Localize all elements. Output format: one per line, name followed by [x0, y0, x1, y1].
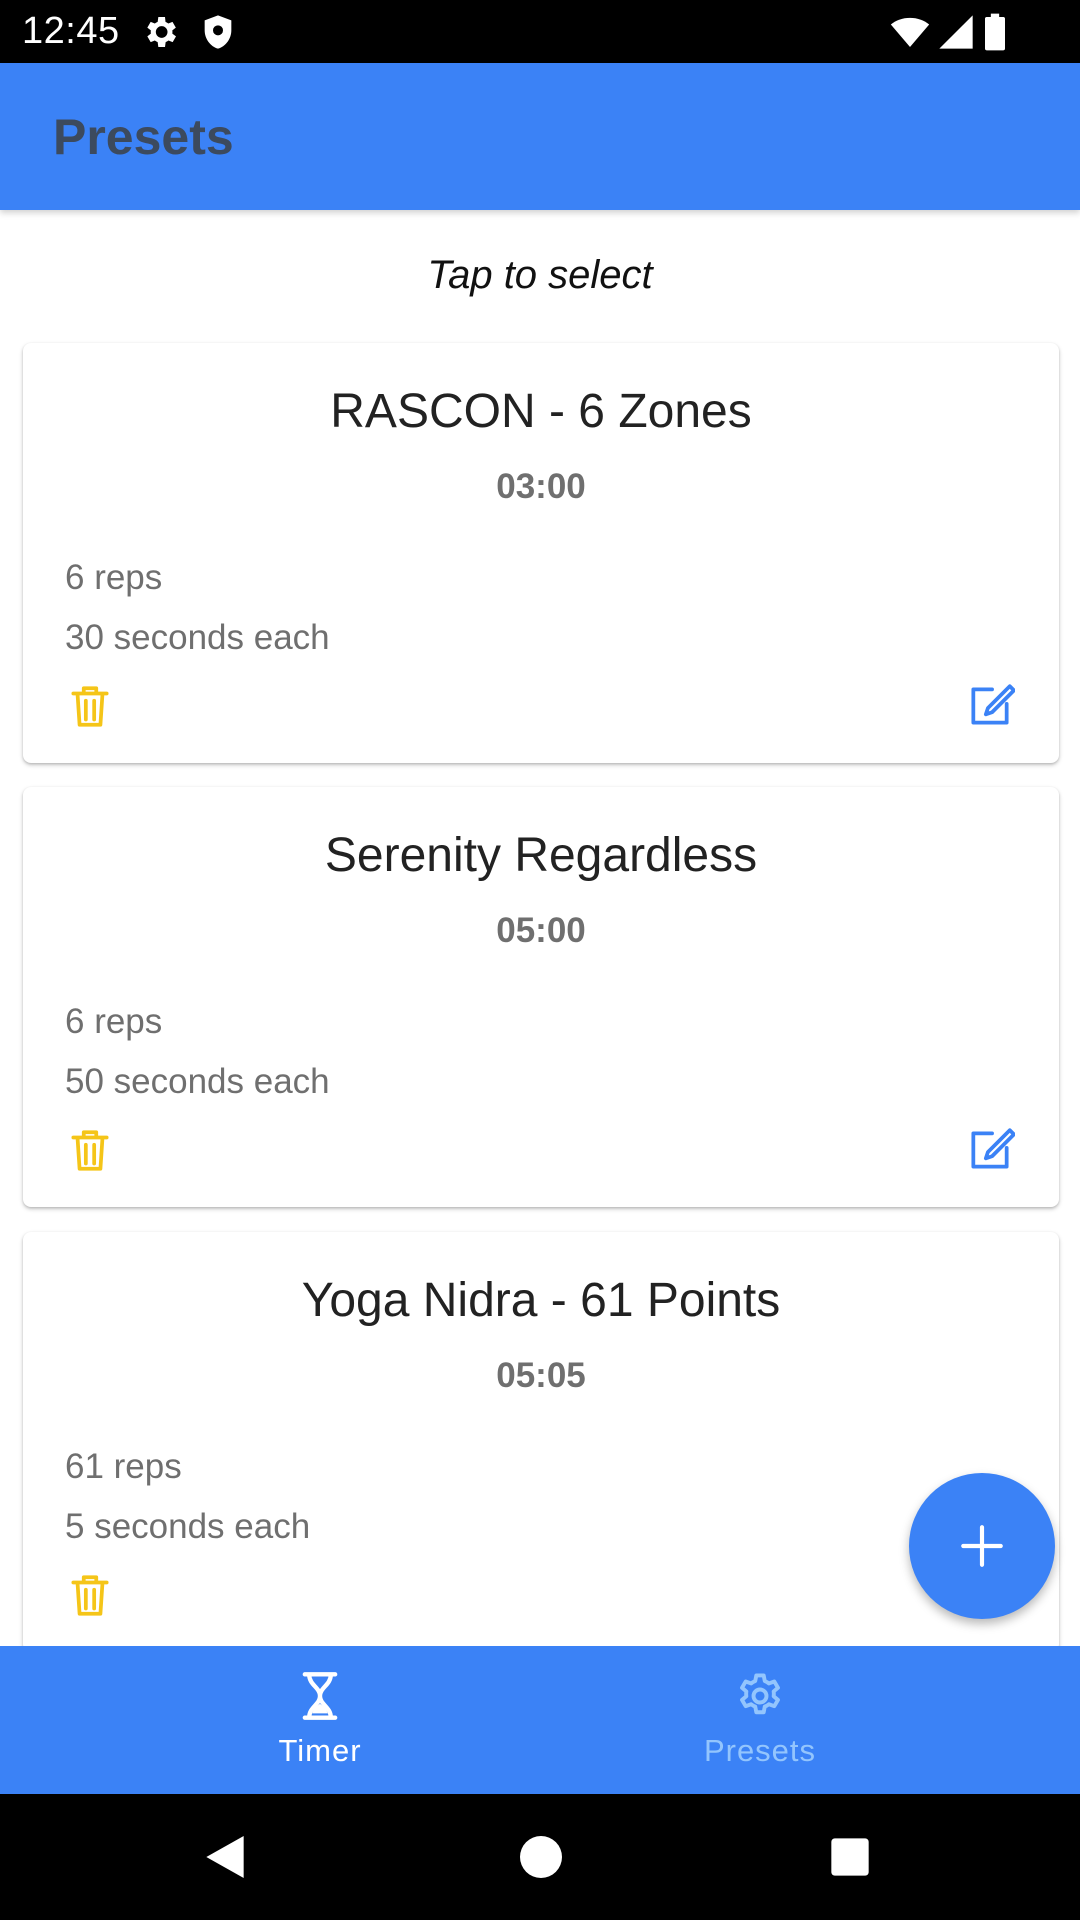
recents-button[interactable] [822, 1829, 878, 1885]
hourglass-icon [294, 1670, 346, 1722]
preset-reps: 61 reps [65, 1447, 182, 1486]
preset-reps: 6 reps [65, 558, 163, 597]
trash-icon [71, 686, 109, 727]
back-button[interactable] [197, 1829, 253, 1885]
edit-icon [971, 1128, 1015, 1169]
status-bar: 12:45 [0, 0, 1080, 63]
home-circle-icon [520, 1836, 562, 1878]
preset-title: Serenity Regardless [324, 829, 758, 882]
delete-preset-button[interactable] [65, 1570, 115, 1620]
page-title: Presets [53, 109, 234, 165]
preset-card[interactable]: Yoga Nidra - 61 Points 05:05 61 reps 5 s… [23, 1232, 1059, 1646]
back-triangle-icon [206, 1836, 244, 1878]
preset-title: Yoga Nidra - 61 Points [301, 1274, 781, 1327]
trash-icon [71, 1575, 109, 1616]
tap-to-select-hint: Tap to select [427, 253, 653, 297]
trash-icon [71, 1130, 109, 1171]
plus-icon [961, 1525, 1003, 1567]
signal-status-icon [936, 12, 976, 52]
edit-preset-button[interactable] [965, 681, 1015, 731]
preset-card[interactable]: Serenity Regardless 05:00 6 reps 50 seco… [23, 787, 1059, 1207]
preset-duration: 05:05 [496, 1356, 586, 1395]
gear-icon [734, 1670, 786, 1722]
preset-duration: 03:00 [496, 467, 586, 506]
home-button[interactable] [513, 1829, 569, 1885]
recents-square-icon [831, 1838, 869, 1876]
wifi-status-icon [888, 12, 932, 52]
add-preset-button[interactable] [909, 1473, 1055, 1619]
preset-card[interactable]: RASCON - 6 Zones 03:00 6 reps 30 seconds… [23, 343, 1059, 763]
nav-item-presets[interactable]: Presets [490, 1646, 1030, 1794]
settings-status-icon [140, 12, 180, 52]
edit-icon [971, 684, 1015, 725]
battery-status-icon [980, 12, 1010, 52]
edit-preset-button[interactable] [965, 1125, 1015, 1175]
preset-duration: 05:00 [496, 911, 586, 950]
preset-rep-length: 50 seconds each [65, 1062, 330, 1101]
status-time: 12:45 [22, 10, 120, 52]
nav-label-presets: Presets [703, 1733, 817, 1768]
preset-rep-length: 30 seconds each [65, 618, 330, 657]
presets-list[interactable]: Tap to select RASCON - 6 Zones 03:00 6 r… [0, 210, 1080, 1646]
app-bar: Presets [0, 63, 1080, 210]
shield-status-icon [198, 12, 238, 52]
system-navigation-bar [0, 1794, 1080, 1920]
delete-preset-button[interactable] [65, 681, 115, 731]
preset-title: RASCON - 6 Zones [330, 385, 752, 438]
preset-rep-length: 5 seconds each [65, 1507, 311, 1546]
preset-reps: 6 reps [65, 1002, 163, 1041]
delete-preset-button[interactable] [65, 1125, 115, 1175]
bottom-navigation: Timer Presets [0, 1646, 1080, 1794]
